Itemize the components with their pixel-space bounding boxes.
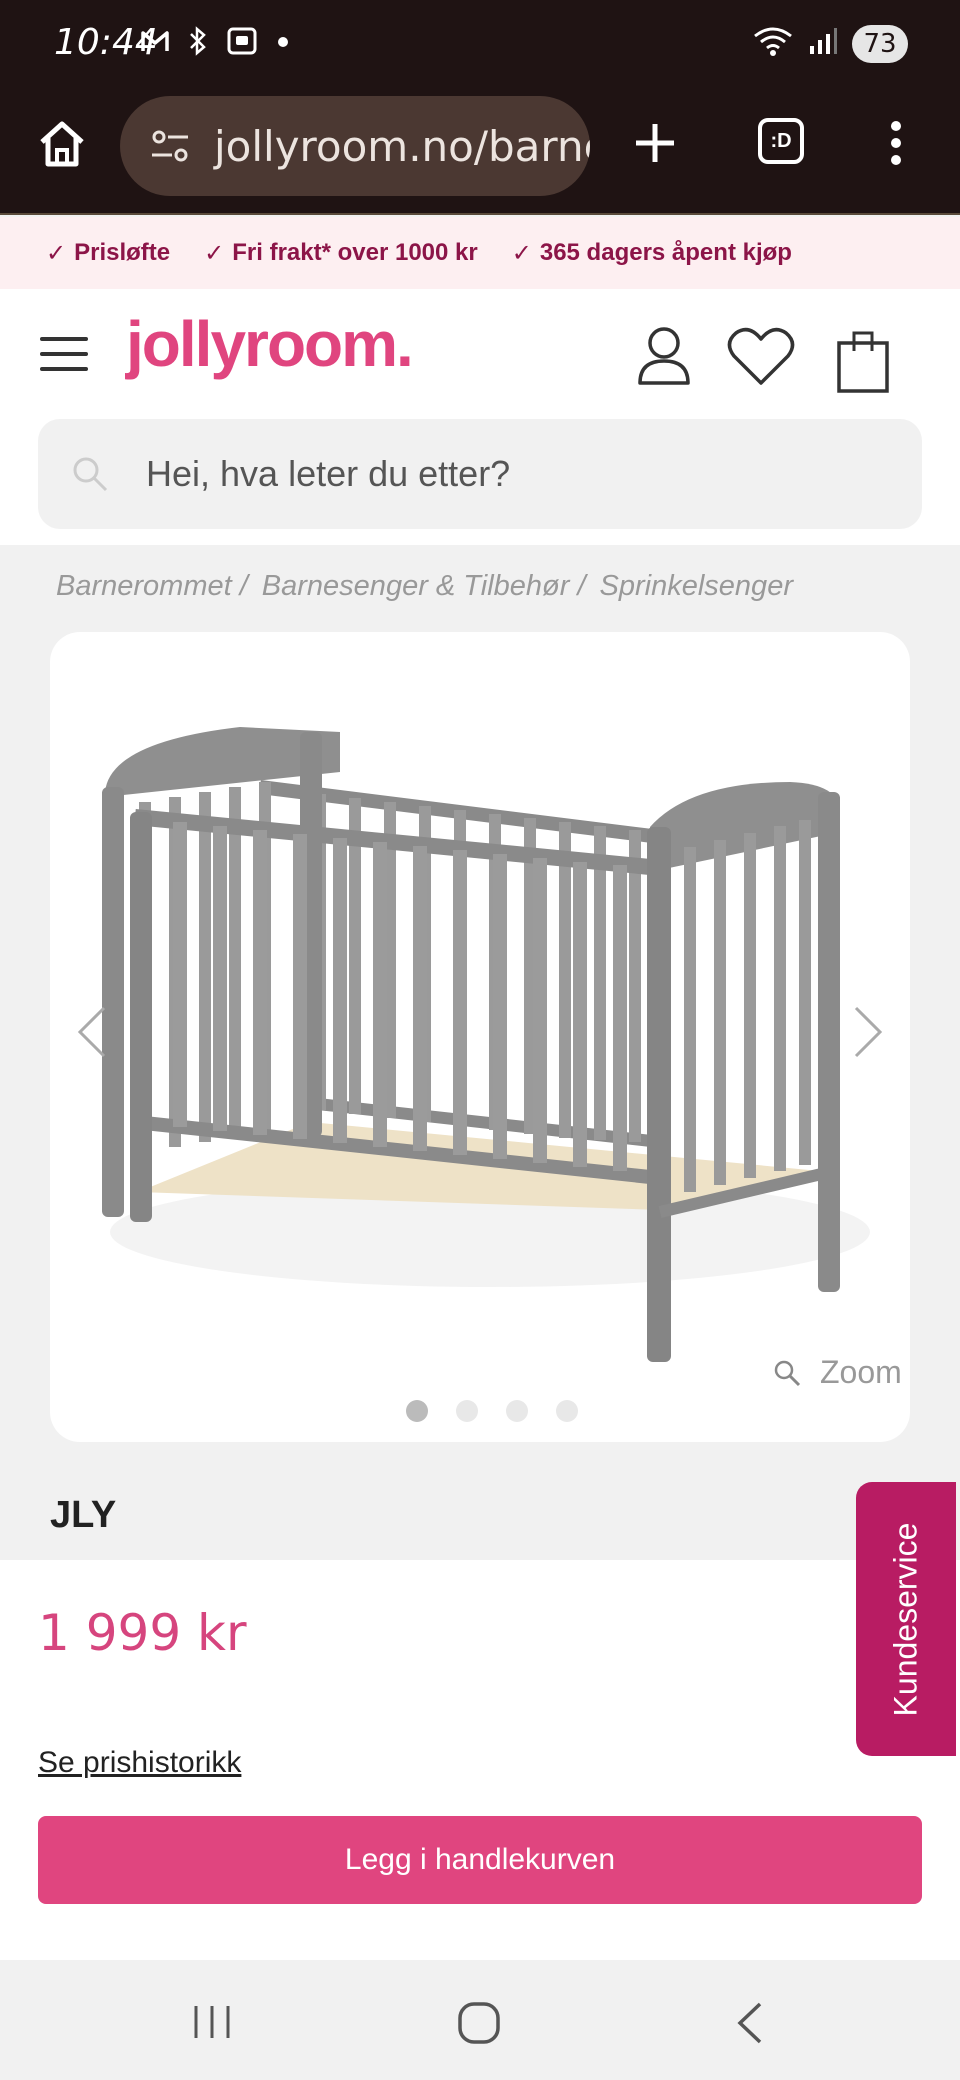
pagination-dot[interactable] [506, 1400, 528, 1422]
product-price: 1 999 kr [38, 1604, 247, 1662]
back-chevron-icon [737, 2002, 762, 2044]
home-nav-button[interactable] [456, 2000, 502, 2051]
account-button[interactable] [636, 325, 692, 392]
search-input[interactable] [146, 453, 846, 495]
magnifier-icon [774, 1360, 801, 1386]
product-image-gallery[interactable]: Zoom [50, 632, 910, 1442]
usp-item: ✓ Fri frakt* over 1000 kr [204, 239, 478, 267]
search-bar[interactable] [38, 419, 922, 529]
breadcrumb-item[interactable]: Barnerommet / [56, 570, 248, 603]
home-button[interactable] [36, 118, 88, 174]
user-icon [638, 327, 690, 385]
url-text: jollyroom.no/barne [214, 121, 590, 171]
check-icon: ✓ [204, 239, 225, 267]
site-logo[interactable]: jollyroom. [126, 307, 414, 381]
breadcrumb: Barnerommet / Barnesenger & Tilbehør / S… [56, 570, 793, 603]
usp-item: ✓ 365 dagers åpent kjøp [511, 239, 792, 267]
signal-icon [808, 26, 838, 61]
plus-icon [636, 124, 674, 162]
more-vertical-icon [891, 121, 901, 165]
site-header: jollyroom. [0, 289, 960, 545]
image-pagination [406, 1400, 578, 1422]
previous-image-button[interactable] [72, 1002, 112, 1062]
check-icon: ✓ [511, 239, 532, 267]
dot-icon [276, 26, 290, 56]
hamburger-icon [40, 337, 88, 341]
next-image-button[interactable] [848, 1002, 888, 1062]
search-icon [73, 457, 108, 492]
home-icon [40, 121, 84, 167]
customer-service-tab[interactable]: Kundeservice [856, 1482, 956, 1756]
heart-icon [727, 327, 795, 385]
crib-image [102, 727, 870, 1362]
shopping-bag-icon [837, 331, 889, 393]
cart-button[interactable] [836, 327, 890, 398]
recent-apps-button[interactable] [190, 2000, 234, 2049]
wifi-icon [752, 24, 794, 63]
product-brand[interactable]: JLY [50, 1494, 116, 1537]
battery-indicator: 73 [852, 24, 908, 63]
address-bar[interactable]: jollyroom.no/barne [120, 96, 590, 196]
zoom-label: Zoom [820, 1354, 902, 1390]
home-circle-icon [458, 2002, 500, 2044]
price-history-link[interactable]: Se prishistorikk [38, 1746, 241, 1780]
site-settings-icon[interactable] [148, 124, 192, 168]
breadcrumb-item[interactable]: Sprinkelsenger [600, 570, 793, 603]
pagination-dot[interactable] [456, 1400, 478, 1422]
add-to-cart-button[interactable]: Legg i handlekurven [38, 1816, 922, 1904]
purchase-section: 1 999 kr Se prishistorikk Legg i handlek… [0, 1560, 960, 1960]
check-icon: ✓ [46, 239, 67, 267]
bluetooth-icon [188, 26, 208, 56]
chevron-left-icon [77, 1006, 106, 1058]
zoom-button[interactable]: Zoom [772, 1354, 902, 1391]
wishlist-button[interactable] [726, 325, 796, 392]
back-button[interactable] [730, 2000, 770, 2051]
browser-menu-button[interactable] [886, 120, 906, 166]
usp-item: ✓ Prisløfte [46, 239, 171, 267]
breadcrumb-item[interactable]: Barnesenger & Tilbehør / [262, 570, 586, 603]
tab-switcher-button[interactable]: :D [758, 118, 804, 164]
pagination-dot[interactable] [556, 1400, 578, 1422]
usp-bar: ✓ Prisløfte ✓ Fri frakt* over 1000 kr ✓ 365… [0, 217, 960, 289]
browser-toolbar: jollyroom.no/barne :D [0, 90, 960, 215]
system-navigation-bar [0, 1960, 960, 2080]
customer-service-label: Kundeservice [887, 1522, 924, 1716]
status-bar: 10:44 73 [0, 0, 960, 90]
menu-button[interactable] [40, 337, 88, 373]
new-tab-button[interactable] [630, 118, 680, 168]
gmail-icon [140, 26, 170, 56]
screenshot-icon [226, 26, 258, 56]
pagination-dot[interactable] [406, 1400, 428, 1422]
recent-apps-icon [194, 2006, 230, 2038]
chevron-right-icon [854, 1006, 883, 1058]
